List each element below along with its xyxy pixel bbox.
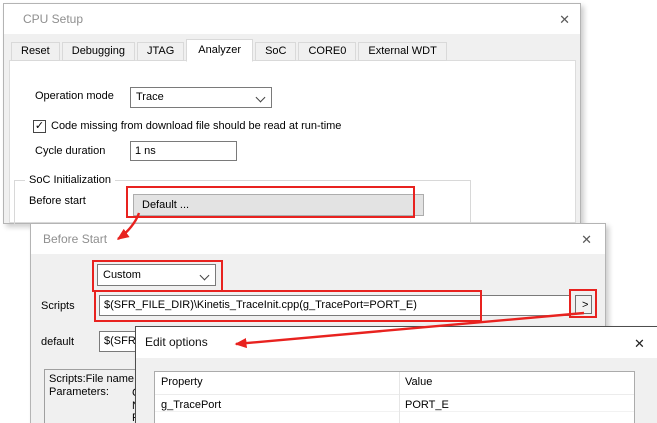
- cycle-duration-input[interactable]: 1 ns: [130, 141, 237, 161]
- before-start-titlebar: Before Start ✕: [31, 224, 605, 254]
- operation-mode-select[interactable]: Trace: [130, 87, 272, 108]
- chevron-down-icon: [200, 271, 210, 281]
- mode-select[interactable]: Custom: [97, 264, 216, 286]
- close-icon[interactable]: ✕: [634, 337, 645, 350]
- tab-soc[interactable]: SoC: [255, 42, 296, 61]
- before-start-default-button[interactable]: Default ...: [133, 194, 424, 216]
- before-start-label: Before start: [29, 195, 86, 207]
- cpu-setup-title: CPU Setup: [23, 4, 83, 34]
- column-header-property[interactable]: Property: [155, 372, 399, 394]
- soc-initialization-group: SoC Initialization Before start Default …: [14, 180, 471, 225]
- cycle-duration-label: Cycle duration: [35, 145, 105, 157]
- table-row[interactable]: g_TracePort PORT_E: [155, 395, 634, 412]
- mode-select-value: Custom: [103, 269, 141, 281]
- cpu-setup-tabstrip: Reset Debugging JTAG Analyzer SoC CORE0 …: [11, 37, 449, 61]
- tab-analyzer[interactable]: Analyzer: [186, 39, 253, 62]
- operation-mode-label: Operation mode: [35, 90, 114, 102]
- cell-value[interactable]: PORT_E: [399, 395, 634, 411]
- edit-options-title: Edit options: [145, 327, 208, 358]
- options-table-header: Property Value: [155, 372, 634, 395]
- code-missing-checkbox[interactable]: ✓: [33, 120, 46, 133]
- scripts-label: Scripts: [41, 300, 75, 312]
- analyzer-tab-page: Operation mode Trace ✓ Code missing from…: [9, 60, 576, 223]
- screenshot-root: CPU Setup ✕ Reset Debugging JTAG Analyze…: [0, 0, 657, 423]
- code-missing-checkbox-label: Code missing from download file should b…: [51, 120, 341, 132]
- options-table: Property Value g_TracePort PORT_E: [154, 371, 635, 423]
- chevron-down-icon: [256, 93, 266, 103]
- edit-options-window: Edit options ✕ Property Value g_TracePor…: [135, 326, 657, 423]
- tab-core0[interactable]: CORE0: [298, 42, 356, 61]
- edit-options-titlebar: Edit options ✕: [136, 327, 657, 358]
- soc-initialization-group-label: SoC Initialization: [25, 174, 115, 186]
- tab-reset[interactable]: Reset: [11, 42, 60, 61]
- tab-debugging[interactable]: Debugging: [62, 42, 135, 61]
- column-divider: [399, 372, 400, 423]
- cpu-setup-window: CPU Setup ✕ Reset Debugging JTAG Analyze…: [3, 3, 581, 224]
- before-start-title: Before Start: [43, 224, 107, 254]
- tab-jtag[interactable]: JTAG: [137, 42, 184, 61]
- close-icon[interactable]: ✕: [581, 233, 592, 246]
- operation-mode-value: Trace: [136, 91, 164, 103]
- default-label: default: [41, 336, 74, 348]
- scripts-expand-button[interactable]: >: [575, 295, 592, 314]
- cell-property[interactable]: g_TracePort: [155, 395, 399, 411]
- scripts-input[interactable]: $(SFR_FILE_DIR)\Kinetis_TraceInit.cpp(g_…: [99, 295, 571, 316]
- cpu-setup-titlebar: CPU Setup ✕: [4, 4, 580, 34]
- tab-external-wdt[interactable]: External WDT: [358, 42, 446, 61]
- close-icon[interactable]: ✕: [559, 13, 570, 26]
- column-header-value[interactable]: Value: [399, 372, 634, 394]
